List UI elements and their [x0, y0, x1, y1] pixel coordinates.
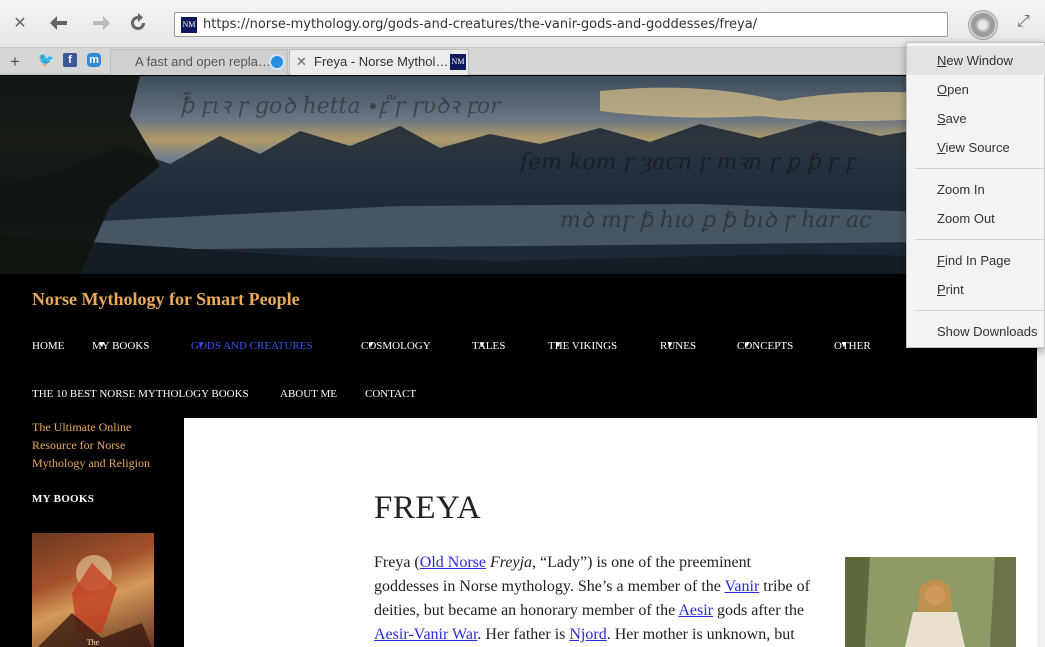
- menu-find-in-page[interactable]: Find In Page: [937, 253, 1011, 268]
- forward-arrow-icon: [93, 16, 110, 30]
- site-favicon: NM: [181, 17, 197, 33]
- nav-contact[interactable]: CONTACT: [365, 388, 416, 400]
- menu-show-downloads[interactable]: Show Downloads: [937, 324, 1037, 339]
- tab-favicon: NM: [450, 54, 466, 70]
- nav-about-me[interactable]: ABOUT ME: [280, 388, 337, 400]
- browser-toolbar: ✕ NM https://norse-mythology.org/gods-an…: [0, 0, 1045, 48]
- link-old-norse[interactable]: Old Norse: [420, 554, 486, 571]
- article-paragraph: Freya (Old Norse Freyja, “Lady”) is one …: [374, 554, 810, 643]
- book-cover-title: The: [86, 638, 100, 647]
- web-page: ꝥ̄ ꝼιꝛ ꞅ ɡoꝺ hetta ∙ꝼ᷑ ꞅ ɼυꝺꝛ ꝼor ſem ko…: [0, 76, 1037, 647]
- menu-separator: [915, 310, 1043, 311]
- menu-save[interactable]: Save: [937, 111, 967, 126]
- browser-menu: New Window Open Save View Source Zoom In…: [906, 42, 1045, 348]
- nav-best-books[interactable]: THE 10 BEST NORSE MYTHOLOGY BOOKS: [32, 388, 249, 400]
- book-cover-image[interactable]: The: [32, 533, 154, 647]
- settings-gear-icon[interactable]: [968, 10, 998, 40]
- sidebar-heading: MY BOOKS: [32, 493, 95, 505]
- site-title[interactable]: Norse Mythology for Smart People: [32, 289, 300, 310]
- menu-print[interactable]: Print: [937, 282, 964, 297]
- book-cover-art: [38, 555, 152, 647]
- tab-firefox-replacement[interactable]: A fast and open repla…: [110, 49, 288, 75]
- freya-painting-art: [845, 557, 1016, 647]
- menu-separator: [915, 239, 1043, 240]
- site-tagline: The Ultimate Online Resource for Norse M…: [32, 420, 150, 470]
- menu-open[interactable]: Open: [937, 82, 969, 97]
- link-aesir-vanir-war[interactable]: Aesir-Vanir War: [374, 626, 477, 643]
- reload-icon[interactable]: [126, 12, 150, 36]
- link-njord[interactable]: Njord: [569, 626, 606, 643]
- menu-zoom-out[interactable]: Zoom Out: [937, 211, 995, 226]
- url-text[interactable]: https://norse-mythology.org/gods-and-cre…: [203, 17, 757, 32]
- link-aesir[interactable]: Aesir: [678, 602, 713, 619]
- twitter-icon[interactable]: 🐦: [38, 53, 54, 67]
- banner-script-decoration: ſem kom ꞅ ȝaꞇn ꞅ mꝛn ꞅ ꝑ ꝥ ꞅ ꝼ: [520, 150, 856, 175]
- tab-label: A fast and open repla…: [135, 54, 271, 69]
- tab-bar: + 🐦 f m A fast and open repla… ✕ Freya -…: [0, 48, 1045, 75]
- article-content: FREYA Freya (Old Norse Freyja, “Lady”) i…: [184, 418, 1037, 647]
- menu-zoom-in[interactable]: Zoom In: [937, 182, 985, 197]
- tab-freya[interactable]: ✕ Freya - Norse Mythol… NM: [289, 49, 469, 75]
- banner-script-decoration: ꝥ̄ ꝼιꝛ ꞅ ɡoꝺ hetta ∙ꝼ᷑ ꞅ ɼυꝺꝛ ꝼor: [180, 94, 501, 119]
- address-bar[interactable]: NM https://norse-mythology.org/gods-and-…: [174, 12, 948, 37]
- tab-site-icon: [269, 54, 285, 70]
- link-vanir[interactable]: Vanir: [725, 578, 760, 595]
- back-icon[interactable]: [48, 12, 72, 36]
- menu-new-window[interactable]: New Window: [907, 46, 1045, 75]
- refresh-icon: [131, 13, 145, 30]
- facebook-icon[interactable]: f: [63, 53, 77, 67]
- tab-label: Freya - Norse Mythol…: [314, 54, 449, 69]
- back-arrow-icon: [50, 16, 67, 30]
- menu-separator: [915, 168, 1043, 169]
- fullscreen-icon[interactable]: ⤢: [1017, 13, 1030, 31]
- close-window-icon[interactable]: ✕: [8, 12, 32, 36]
- new-tab-icon[interactable]: +: [10, 52, 20, 72]
- close-tab-icon[interactable]: ✕: [296, 50, 307, 74]
- header-banner-image: ꝥ̄ ꝼιꝛ ꞅ ɡoꝺ hetta ∙ꝼ᷑ ꞅ ɼυꝺꝛ ꝼor ſem ko…: [0, 76, 1037, 274]
- article-title: FREYA: [374, 490, 482, 526]
- mastodon-icon[interactable]: m: [87, 53, 101, 67]
- forward-icon[interactable]: [88, 12, 112, 36]
- mountain-landscape: [0, 76, 1037, 274]
- freya-painting-image[interactable]: [845, 557, 1016, 647]
- banner-script-decoration: mꝺ mꞅ ꝥ hıo ꝑ ꝥ bıꝺ ꞅ har ac: [560, 208, 872, 233]
- menu-view-source[interactable]: View Source: [937, 140, 1010, 155]
- freyja-term: Freyja: [489, 554, 533, 571]
